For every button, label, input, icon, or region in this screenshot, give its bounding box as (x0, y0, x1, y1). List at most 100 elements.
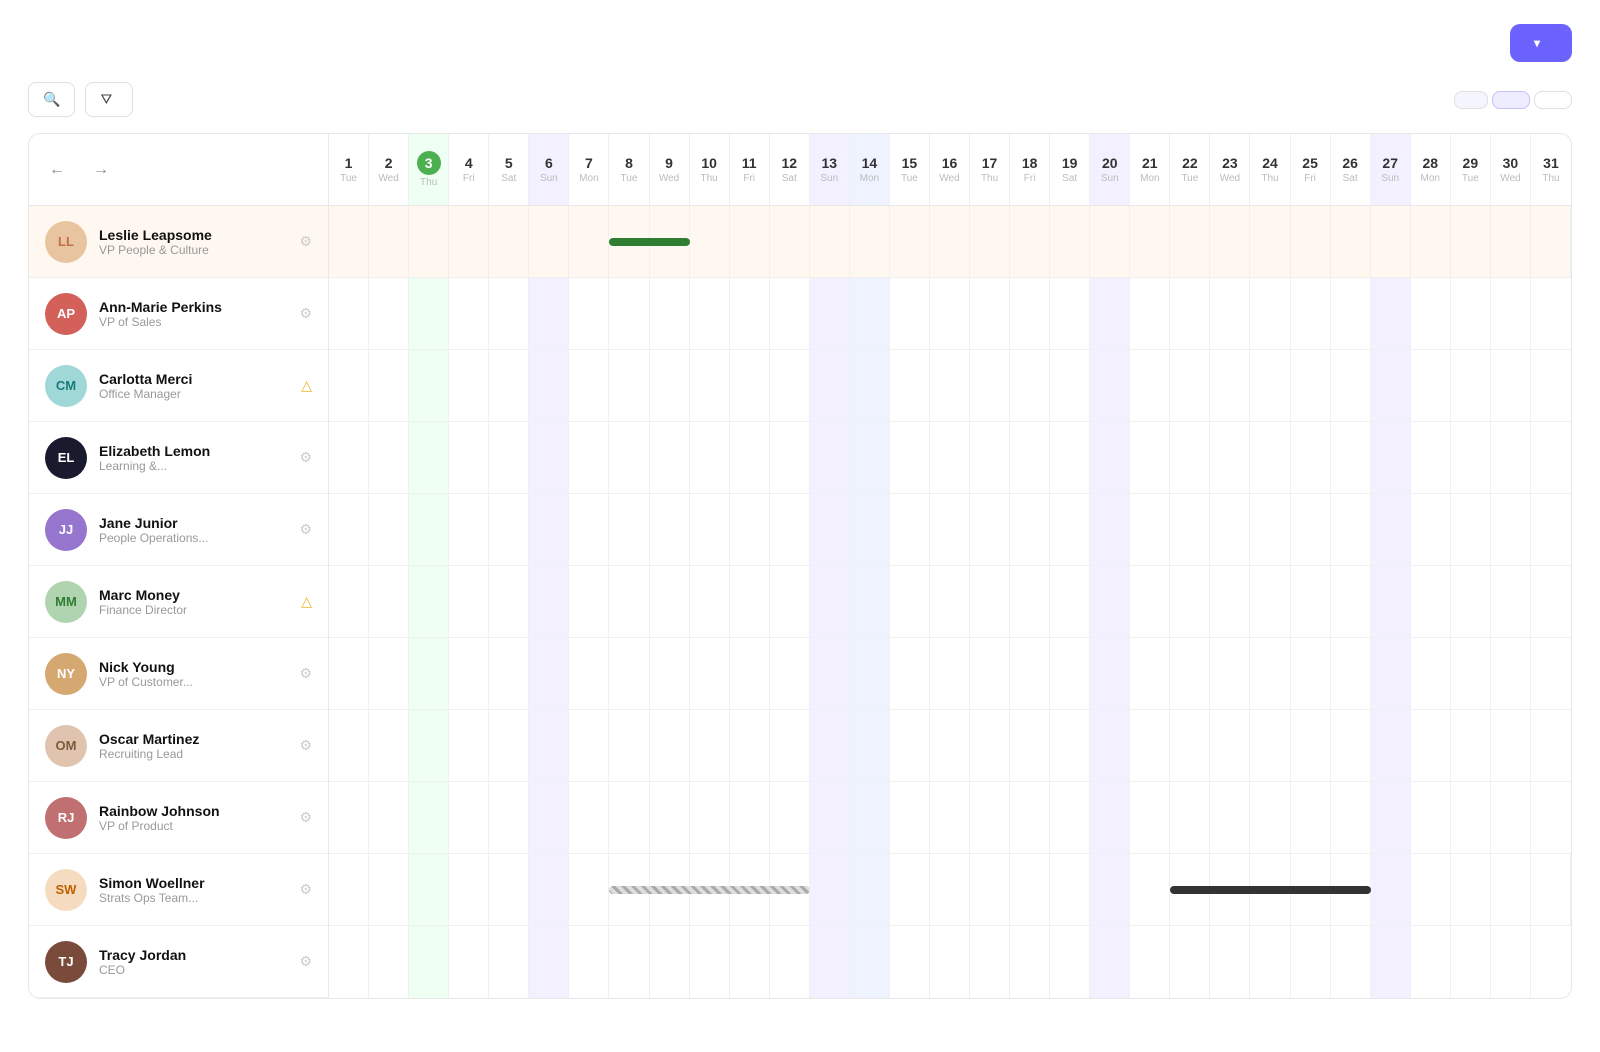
grid-cell[interactable] (810, 638, 850, 709)
grid-cell[interactable] (810, 854, 850, 925)
grid-cell[interactable] (1531, 566, 1571, 637)
grid-cell[interactable] (1170, 278, 1210, 349)
grid-cell[interactable] (1491, 206, 1531, 277)
grid-cell[interactable] (1050, 638, 1090, 709)
grid-cell[interactable] (730, 782, 770, 853)
grid-cell[interactable] (1090, 278, 1130, 349)
grid-cell[interactable] (369, 566, 409, 637)
grid-cell[interactable] (1170, 422, 1210, 493)
grid-cell[interactable] (1451, 638, 1491, 709)
grid-cell[interactable] (1491, 638, 1531, 709)
grid-cell[interactable] (609, 926, 649, 998)
grid-cell[interactable] (1210, 278, 1250, 349)
grid-cell[interactable] (529, 854, 569, 925)
grid-cell[interactable] (409, 926, 449, 998)
settings-icon[interactable]: ⚙ (299, 305, 312, 322)
list-view-button[interactable] (1534, 91, 1572, 109)
grid-cell[interactable] (609, 278, 649, 349)
grid-cell[interactable] (449, 638, 489, 709)
grid-cell[interactable] (650, 638, 690, 709)
grid-cell[interactable] (529, 422, 569, 493)
settings-icon[interactable]: ⚙ (299, 953, 312, 970)
grid-cell[interactable] (730, 926, 770, 998)
grid-cell[interactable] (890, 422, 930, 493)
grid-cell[interactable] (1130, 350, 1170, 421)
grid-cell[interactable] (1090, 566, 1130, 637)
grid-cell[interactable] (569, 782, 609, 853)
grid-cell[interactable] (1130, 710, 1170, 781)
grid-cell[interactable] (1010, 206, 1050, 277)
grid-cell[interactable] (1491, 278, 1531, 349)
grid-cell[interactable] (1050, 206, 1090, 277)
grid-cell[interactable] (970, 494, 1010, 565)
grid-cell[interactable] (1170, 566, 1210, 637)
grid-cell[interactable] (529, 494, 569, 565)
grid-cell[interactable] (329, 206, 369, 277)
grid-cell[interactable] (1250, 926, 1290, 998)
next-month-button[interactable]: → (89, 159, 113, 181)
grid-cell[interactable] (569, 278, 609, 349)
grid-cell[interactable] (730, 422, 770, 493)
grid-cell[interactable] (890, 350, 930, 421)
grid-cell[interactable] (1531, 206, 1571, 277)
grid-cell[interactable] (369, 782, 409, 853)
grid-cell[interactable] (1531, 638, 1571, 709)
grid-cell[interactable] (1371, 350, 1411, 421)
grid-cell[interactable] (529, 278, 569, 349)
grid-cell[interactable] (329, 638, 369, 709)
grid-cell[interactable] (489, 494, 529, 565)
grid-cell[interactable] (1451, 854, 1491, 925)
grid-cell[interactable] (1531, 854, 1571, 925)
grid-cell[interactable] (890, 206, 930, 277)
grid-cell[interactable] (770, 278, 810, 349)
grid-cell[interactable] (409, 710, 449, 781)
grid-cell[interactable] (369, 710, 409, 781)
grid-cell[interactable] (369, 350, 409, 421)
warning-icon[interactable]: △ (301, 593, 312, 610)
grid-cell[interactable] (1250, 638, 1290, 709)
grid-cell[interactable] (1371, 854, 1411, 925)
grid-cell[interactable] (529, 638, 569, 709)
grid-cell[interactable] (930, 854, 970, 925)
grid-cell[interactable] (930, 494, 970, 565)
grid-cell[interactable] (1331, 566, 1371, 637)
grid-cell[interactable] (369, 422, 409, 493)
grid-cell[interactable] (1411, 566, 1451, 637)
grid-cell[interactable] (690, 206, 730, 277)
grid-cell[interactable] (970, 854, 1010, 925)
grid-cell[interactable] (609, 566, 649, 637)
grid-cell[interactable] (1291, 350, 1331, 421)
grid-cell[interactable] (1331, 278, 1371, 349)
grid-cell[interactable] (1291, 206, 1331, 277)
grid-cell[interactable] (1331, 350, 1371, 421)
grid-cell[interactable] (609, 422, 649, 493)
grid-cell[interactable] (850, 638, 890, 709)
grid-cell[interactable] (690, 638, 730, 709)
grid-cell[interactable] (569, 350, 609, 421)
event-bar-green[interactable] (609, 238, 689, 246)
grid-cell[interactable] (810, 278, 850, 349)
grid-cell[interactable] (569, 494, 609, 565)
grid-cell[interactable] (690, 782, 730, 853)
grid-cell[interactable] (1451, 926, 1491, 998)
grid-cell[interactable] (1291, 782, 1331, 853)
grid-cell[interactable] (1371, 278, 1411, 349)
grid-cell[interactable] (650, 926, 690, 998)
grid-cell[interactable] (810, 710, 850, 781)
grid-cell[interactable] (1531, 422, 1571, 493)
grid-cell[interactable] (810, 422, 850, 493)
grid-cell[interactable] (730, 710, 770, 781)
grid-cell[interactable] (810, 494, 850, 565)
grid-cell[interactable] (970, 710, 1010, 781)
grid-cell[interactable] (369, 854, 409, 925)
grid-cell[interactable] (1491, 710, 1531, 781)
grid-cell[interactable] (1491, 422, 1531, 493)
grid-cell[interactable] (1371, 206, 1411, 277)
settings-icon[interactable]: ⚙ (299, 521, 312, 538)
grid-cell[interactable] (770, 350, 810, 421)
grid-cell[interactable] (489, 782, 529, 853)
grid-cell[interactable] (930, 638, 970, 709)
grid-cell[interactable] (890, 854, 930, 925)
grid-cell[interactable] (690, 350, 730, 421)
grid-cell[interactable] (850, 710, 890, 781)
